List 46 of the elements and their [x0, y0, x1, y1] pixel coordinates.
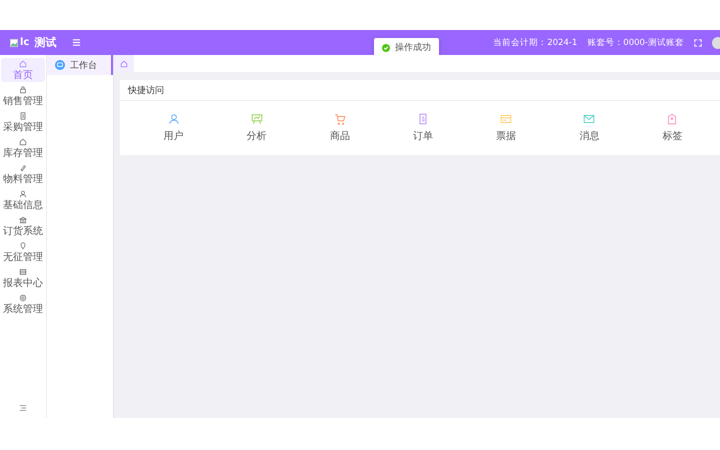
- user-icon: [19, 190, 27, 198]
- card-title: 快捷访问: [128, 84, 164, 96]
- nav-item[interactable]: 系统管理: [1, 292, 45, 316]
- nav-item[interactable]: 订货系统: [1, 214, 45, 238]
- table-icon: [19, 268, 27, 276]
- check-icon: [382, 44, 390, 52]
- nav-item[interactable]: 采购管理: [1, 110, 45, 134]
- nav-item[interactable]: 基础信息: [1, 188, 45, 212]
- nav-item[interactable]: 无征管理: [1, 240, 45, 264]
- nav-item[interactable]: 报表中心: [1, 266, 45, 290]
- board-icon: [250, 113, 263, 125]
- shortcut-item[interactable]: 商品: [330, 113, 350, 143]
- shortcut-item[interactable]: 分析: [246, 113, 267, 143]
- home-tab[interactable]: [114, 55, 134, 72]
- broken-image-icon: [10, 38, 18, 46]
- logo-alt-text: lc: [20, 37, 30, 48]
- doc-icon: [416, 113, 429, 125]
- menu-item[interactable]: 工作台: [47, 55, 113, 75]
- collapse-icon[interactable]: [19, 404, 27, 412]
- shortcut-item[interactable]: 标签: [662, 113, 682, 143]
- card-icon: [500, 113, 512, 125]
- shortcut-item[interactable]: 用户: [164, 113, 184, 143]
- shortcut-item[interactable]: 票据: [496, 113, 516, 143]
- nav-item[interactable]: 库存管理: [1, 136, 45, 160]
- home-icon: [120, 60, 128, 68]
- accounting-period: 当前会计期：2024-1: [493, 36, 578, 48]
- pin-icon: [19, 242, 27, 250]
- cart-icon: [334, 113, 346, 125]
- home-icon: [19, 138, 27, 146]
- shortcut-item[interactable]: 消息: [579, 113, 600, 143]
- nav-item[interactable]: 物料管理: [1, 162, 45, 186]
- home-icon: [19, 60, 27, 68]
- menu-icon[interactable]: [72, 38, 82, 47]
- app-title: 测试: [34, 35, 56, 50]
- bank-icon: [19, 216, 27, 224]
- nav-item[interactable]: 销售管理: [1, 84, 45, 108]
- mail-icon: [583, 113, 596, 125]
- tag-icon: [666, 113, 678, 125]
- toast-message: 操作成功: [395, 42, 431, 54]
- shortcut-item[interactable]: 订单: [412, 113, 433, 143]
- doc-icon: [19, 112, 27, 120]
- fullscreen-icon[interactable]: [694, 38, 702, 46]
- account-set: 账套号：0000-测试账套: [587, 36, 684, 48]
- user-icon: [168, 113, 180, 125]
- monitor-icon: [55, 60, 65, 70]
- pen-icon: [19, 164, 27, 172]
